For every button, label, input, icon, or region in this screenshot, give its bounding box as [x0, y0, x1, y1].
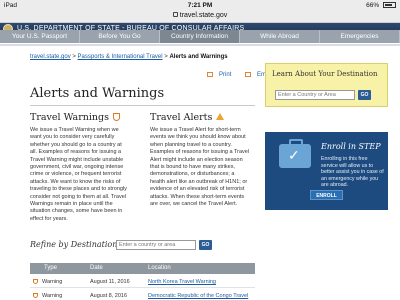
breadcrumb: travel.state.gov > Passports & Internati…: [30, 54, 228, 60]
warning-shield-icon: [33, 293, 38, 298]
destination-search-input[interactable]: [275, 90, 355, 100]
print-link[interactable]: Print: [207, 72, 237, 78]
nav-item-country-information[interactable]: Country Information: [160, 30, 240, 43]
step-title: Enroll in STEP: [321, 142, 381, 151]
row-location-link[interactable]: Democratic Republic of the Congo Travel: [148, 293, 248, 299]
column-header-date[interactable]: Date: [90, 265, 103, 271]
checkmark-icon: ✓: [288, 147, 300, 163]
breadcrumb-section-link[interactable]: Passports & International Travel: [78, 54, 163, 60]
travel-warnings-text: We issue a Travel Warning when we want y…: [30, 127, 127, 222]
travel-alerts-text: We issue a Travel Alert for short-term e…: [150, 127, 250, 208]
column-header-location[interactable]: Location: [148, 265, 171, 271]
nav-item-emergencies[interactable]: Emergencies: [320, 30, 400, 43]
row-date: August 11, 2016: [90, 279, 130, 285]
page-title: Alerts and Warnings: [30, 86, 165, 101]
learn-destination-title: Learn About Your Destination: [272, 70, 378, 78]
nav-divider: [0, 44, 400, 46]
travel-warnings-title: Travel Warnings: [30, 112, 109, 123]
battery-percent: 66%: [366, 2, 380, 9]
alert-triangle-icon: [216, 113, 225, 120]
warning-shield-icon: [112, 113, 120, 121]
email-icon: [245, 72, 252, 77]
learn-destination-box: Learn About Your Destination: [265, 63, 388, 107]
row-location-link[interactable]: North Korea Travel Warning: [148, 279, 216, 285]
destination-go-button[interactable]: GO: [358, 90, 371, 100]
print-label: Print: [219, 72, 232, 78]
nav-item-while-abroad[interactable]: While Abroad: [240, 30, 320, 43]
table-row[interactable]: Warning August 11, 2016 North Korea Trav…: [30, 275, 255, 288]
row-type: Warning: [42, 279, 63, 285]
step-description: Enrolling in this free service will allo…: [321, 156, 384, 189]
travel-warnings-heading: Travel Warnings: [30, 112, 120, 123]
refine-title: Refine by Destination: [30, 240, 118, 249]
refine-go-button[interactable]: GO: [199, 240, 212, 250]
url-text: travel.state.gov: [179, 12, 228, 19]
breadcrumb-current: Alerts and Warnings: [169, 54, 228, 60]
browser-address-bar[interactable]: travel.state.gov: [0, 11, 400, 23]
battery-icon: [383, 2, 396, 8]
row-type: Warning: [42, 293, 63, 299]
warning-shield-icon: [33, 279, 38, 284]
travel-alerts-heading: Travel Alerts: [150, 112, 225, 123]
briefcase-check-icon: ✓: [279, 139, 311, 168]
clock: 7:21 PM: [187, 2, 213, 9]
enroll-button[interactable]: ENROLL: [310, 190, 343, 200]
battery-status: 66%: [366, 2, 396, 9]
main-nav: Your U.S. Passport Before You Go Country…: [0, 30, 400, 43]
status-bar: iPad 7:21 PM 66%: [0, 0, 400, 11]
lock-icon: [172, 12, 178, 17]
print-icon: [207, 72, 213, 77]
table-row[interactable]: Warning August 8, 2016 Democratic Republ…: [30, 289, 255, 300]
nav-item-passport[interactable]: Your U.S. Passport: [0, 30, 80, 43]
row-date: August 8, 2016: [90, 293, 128, 299]
breadcrumb-separator: >: [72, 54, 76, 60]
url-display[interactable]: travel.state.gov: [0, 12, 400, 19]
table-header: Type Date Location: [30, 263, 255, 274]
breadcrumb-home-link[interactable]: travel.state.gov: [30, 54, 71, 60]
title-divider: [30, 105, 255, 106]
travel-alerts-title: Travel Alerts: [150, 112, 213, 123]
refine-search-input[interactable]: [116, 240, 196, 250]
column-header-type[interactable]: Type: [44, 265, 57, 271]
nav-item-before-you-go[interactable]: Before You Go: [80, 30, 160, 43]
breadcrumb-separator: >: [164, 54, 168, 60]
